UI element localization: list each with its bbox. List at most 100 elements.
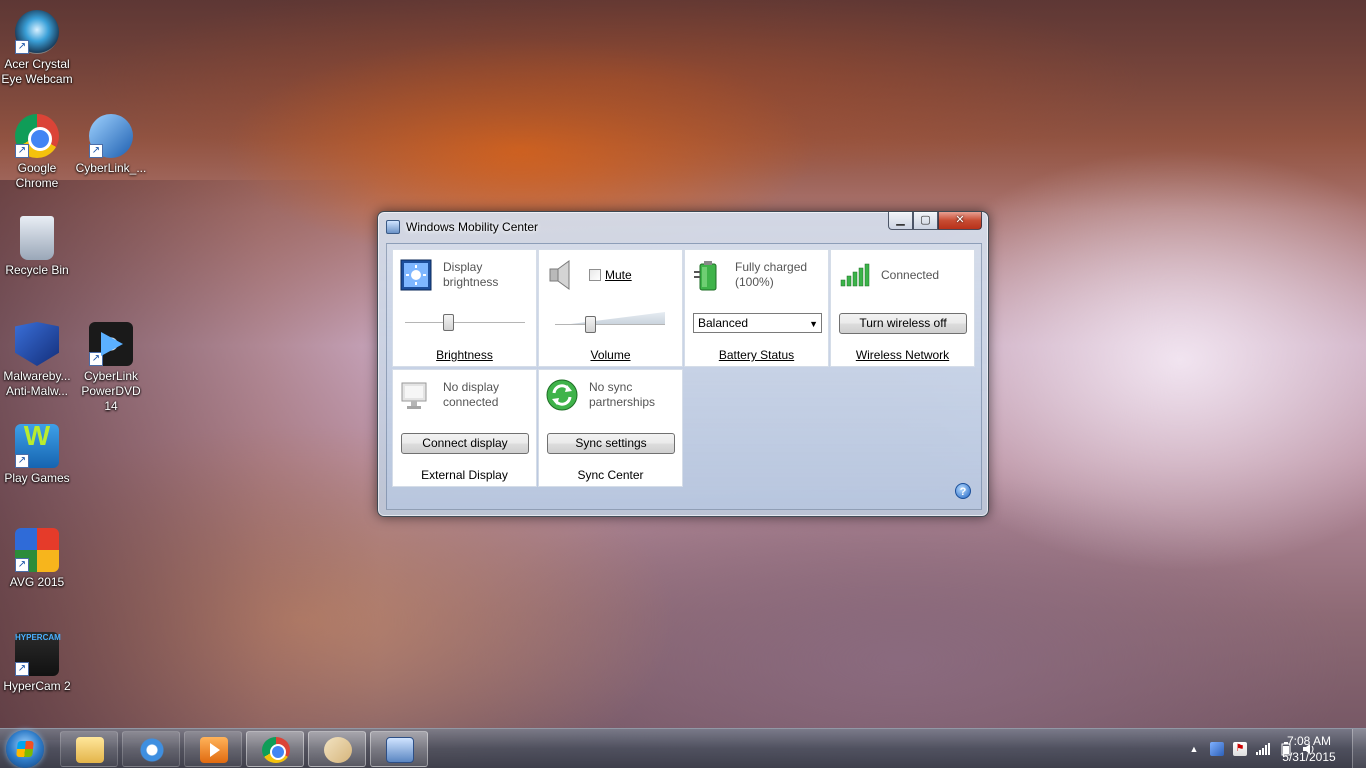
mute-label: Mute bbox=[605, 268, 632, 282]
connect-display-button[interactable]: Connect display bbox=[401, 433, 529, 454]
tile-sync-center: No sync partnerships Sync settings Sync … bbox=[538, 369, 683, 487]
desktop-icon-label: Google Chrome bbox=[15, 161, 59, 190]
desktop-icon-cyberlink[interactable]: ↗ CyberLink_... bbox=[74, 114, 148, 176]
avg-icon: ↗ bbox=[15, 528, 59, 572]
desktop-icon-label: Play Games bbox=[4, 471, 70, 485]
battery-status: Fully charged (100%) bbox=[735, 260, 808, 289]
turn-wireless-off-button[interactable]: Turn wireless off bbox=[839, 313, 967, 334]
desktop-icon-label: Malwareby... Anti-Malw... bbox=[3, 369, 71, 398]
taskbar-explorer[interactable] bbox=[60, 731, 118, 767]
sync-icon bbox=[546, 379, 578, 411]
chevron-down-icon: ▼ bbox=[809, 319, 818, 329]
desktop-icon-avg[interactable]: ↗ AVG 2015 bbox=[0, 528, 74, 590]
desktop-icon-label: CyberLink PowerDVD 14 bbox=[81, 369, 141, 413]
desktop-icon-label: Acer Crystal Eye Webcam bbox=[1, 57, 73, 86]
wallpaper-arch bbox=[0, 0, 1366, 210]
mute-control[interactable]: Mute bbox=[589, 268, 632, 282]
brightness-slider-thumb[interactable] bbox=[443, 314, 454, 331]
webcam-icon: ↗ bbox=[15, 10, 59, 54]
volume-label-text: Volume bbox=[590, 348, 631, 362]
show-desktop-button[interactable] bbox=[1352, 729, 1366, 768]
sync-settings-button[interactable]: Sync settings bbox=[547, 433, 675, 454]
desktop-icon-recycle-bin[interactable]: Recycle Bin bbox=[0, 216, 74, 278]
play-games-icon: ↗ bbox=[15, 424, 59, 468]
mute-checkbox[interactable] bbox=[589, 269, 601, 281]
desktop-icon-malwarebytes[interactable]: Malwareby... Anti-Malw... bbox=[0, 322, 74, 399]
clock-time: 7:08 AM bbox=[1286, 734, 1332, 748]
brightness-label: Brightness bbox=[393, 348, 536, 362]
window-title: Windows Mobility Center bbox=[406, 220, 539, 234]
external-display-status: No display connected bbox=[443, 380, 500, 409]
battery-label: Battery Status bbox=[685, 348, 828, 362]
brightness-slider[interactable] bbox=[405, 314, 525, 331]
help-icon[interactable]: ? bbox=[955, 483, 971, 499]
tile-volume: Mute Volume bbox=[538, 249, 683, 367]
sync-center-label-text: Sync Center bbox=[577, 468, 644, 482]
wireless-signal-icon bbox=[840, 263, 870, 287]
sync-status: No sync partnerships bbox=[589, 380, 656, 409]
battery-icon bbox=[694, 261, 717, 291]
wifi-signal-icon[interactable] bbox=[1256, 742, 1270, 756]
taskbar-media-player[interactable] bbox=[184, 731, 242, 767]
folder-icon bbox=[76, 737, 104, 763]
mobility-tiles-area: Display brightness Brightness Mute Volum… bbox=[386, 243, 982, 510]
desktop-icon-webcam[interactable]: ↗ Acer Crystal Eye Webcam bbox=[0, 10, 74, 87]
taskbar-paint[interactable] bbox=[308, 731, 366, 767]
volume-label: Volume bbox=[539, 348, 682, 362]
wireless-status: Connected bbox=[881, 268, 940, 282]
ie-icon bbox=[138, 737, 166, 763]
monitor-icon bbox=[401, 382, 427, 409]
wireless-label-text: Wireless Network bbox=[855, 348, 950, 362]
desktop-icon-powerdvd[interactable]: ↗ CyberLink PowerDVD 14 bbox=[74, 322, 148, 414]
paint-icon bbox=[324, 737, 352, 763]
clock-date: 5/31/2015 bbox=[1282, 750, 1336, 764]
desktop-icon-label: HyperCam 2 bbox=[3, 679, 71, 693]
malwarebytes-icon bbox=[15, 322, 59, 366]
desktop-icon-play-games[interactable]: ↗ Play Games bbox=[0, 424, 74, 486]
chrome-icon: ↗ bbox=[15, 114, 59, 158]
external-display-label-text: External Display bbox=[421, 468, 508, 482]
tile-battery: Fully charged (100%) Balanced ▼ Battery … bbox=[684, 249, 829, 367]
brightness-label-text: Brightness bbox=[436, 348, 493, 362]
powerdvd-icon: ↗ bbox=[89, 322, 133, 366]
desktop-icon-chrome[interactable]: ↗ Google Chrome bbox=[0, 114, 74, 191]
desktop-icon-hypercam[interactable]: ↗ HyperCam 2 bbox=[0, 630, 74, 694]
battery-label-text: Battery Status bbox=[718, 348, 795, 362]
start-button[interactable] bbox=[6, 730, 44, 768]
hypercam-icon: ↗ bbox=[15, 630, 59, 676]
recycle-bin-icon bbox=[20, 216, 54, 260]
maximize-button[interactable]: ▢ bbox=[913, 212, 938, 230]
chrome-icon bbox=[262, 737, 290, 763]
desktop-icon-label: CyberLink_... bbox=[75, 161, 147, 175]
tile-brightness: Display brightness Brightness bbox=[392, 249, 537, 367]
taskbar-chrome[interactable] bbox=[246, 731, 304, 767]
tile-external-display: No display connected Connect display Ext… bbox=[392, 369, 537, 487]
network-manager-icon[interactable] bbox=[1210, 742, 1224, 756]
window-controls: ▁ ▢ ✕ bbox=[888, 212, 982, 230]
taskbar-clock[interactable]: 7:08 AM 5/31/2015 bbox=[1274, 733, 1344, 765]
close-button[interactable]: ✕ bbox=[938, 212, 982, 230]
desktop-icon-label: Recycle Bin bbox=[5, 263, 69, 277]
taskbar-mobility-center[interactable] bbox=[370, 731, 428, 767]
action-center-flag-icon[interactable]: ⚑ bbox=[1233, 742, 1247, 756]
taskbar-internet-explorer[interactable] bbox=[122, 731, 180, 767]
cyberlink-icon: ↗ bbox=[89, 114, 133, 158]
minimize-button[interactable]: ▁ bbox=[888, 212, 913, 230]
mobility-center-icon bbox=[386, 220, 400, 234]
speaker-icon bbox=[549, 260, 570, 290]
brightness-status: Display brightness bbox=[443, 260, 499, 289]
external-display-label: External Display bbox=[393, 468, 536, 482]
volume-slider-thumb[interactable] bbox=[585, 316, 596, 333]
wireless-label: Wireless Network bbox=[831, 348, 974, 362]
power-plan-select[interactable]: Balanced ▼ bbox=[693, 313, 822, 333]
media-player-icon bbox=[200, 737, 228, 763]
tile-wireless: Connected Turn wireless off Wireless Net… bbox=[830, 249, 975, 367]
show-hidden-icons-icon[interactable]: ▲ bbox=[1187, 742, 1201, 756]
mobility-center-window[interactable]: Windows Mobility Center ▁ ▢ ✕ Display br… bbox=[377, 211, 989, 517]
volume-slider[interactable] bbox=[555, 316, 665, 333]
display-brightness-icon bbox=[400, 259, 432, 291]
power-plan-value: Balanced bbox=[698, 316, 749, 330]
sync-center-label: Sync Center bbox=[539, 468, 682, 482]
taskbar: ▲ ⚑ 7:08 AM 5/31/2015 bbox=[0, 728, 1366, 768]
window-title-bar[interactable]: Windows Mobility Center bbox=[386, 218, 538, 236]
